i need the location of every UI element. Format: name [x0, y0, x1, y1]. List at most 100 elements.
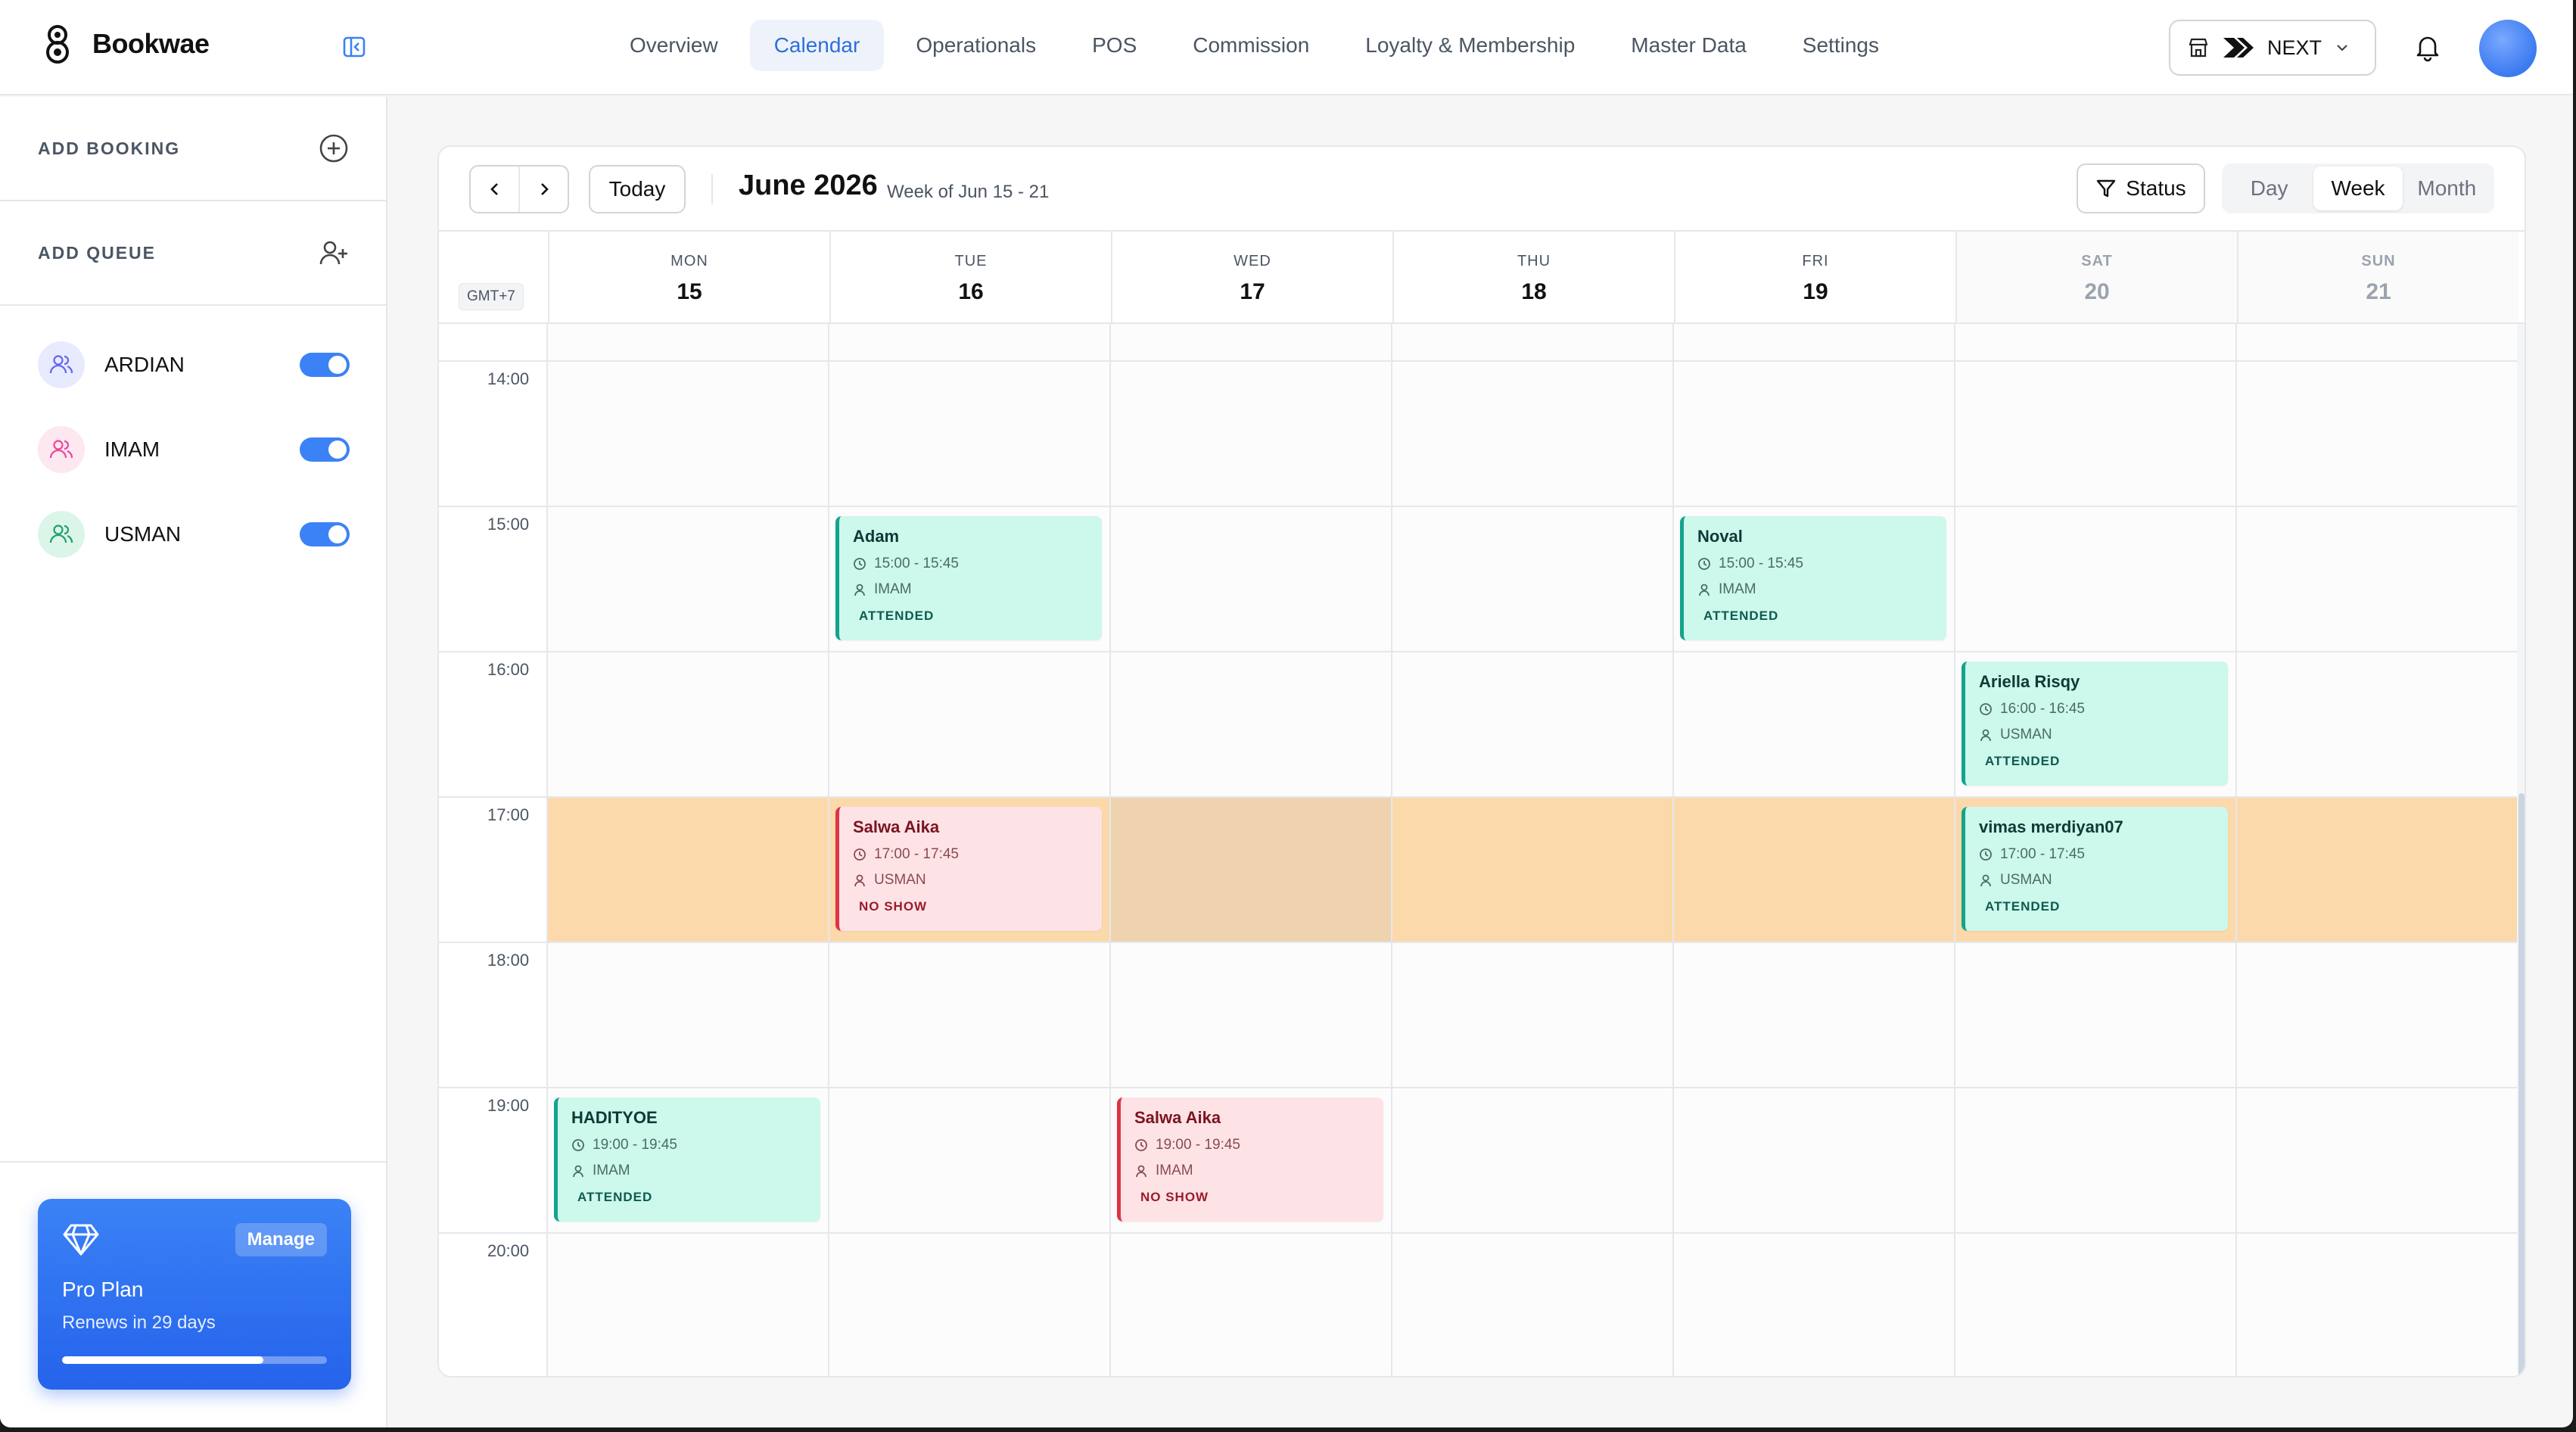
staff-toggle-ardian[interactable] [300, 353, 350, 377]
booking-staff: IMAM [1156, 1163, 1193, 1178]
next-week-button[interactable] [518, 167, 568, 212]
booking-card[interactable]: vimas merdiyan07 17:00 - 17:45 USMAN ATTEND… [1962, 807, 2228, 931]
staff-avatar [38, 426, 85, 473]
staff-avatar [38, 341, 85, 388]
booking-time-row: 17:00 - 17:45 [853, 846, 1102, 863]
booking-status-badge: ATTENDED [577, 1190, 653, 1204]
day-header-thu[interactable]: THU 18 [1392, 232, 1674, 322]
booking-card[interactable]: Adam 15:00 - 15:45 IMAM ATTENDED [835, 516, 1102, 640]
day-column-divider [828, 324, 829, 1376]
day-number: 15 [677, 279, 702, 304]
booking-time-row: 15:00 - 15:45 [853, 556, 1102, 572]
day-header-mon[interactable]: MON 15 [548, 232, 829, 322]
day-column-divider [1954, 324, 1955, 1376]
manage-plan-button[interactable]: Manage [235, 1223, 327, 1256]
calendar-toolbar: Today June 2026 Week of Jun 15 - 21 Stat… [439, 147, 2525, 232]
day-column-divider [2235, 324, 2237, 1376]
booking-staff: USMAN [2000, 872, 2052, 888]
booking-staff-row: USMAN [853, 872, 1102, 889]
status-filter-button[interactable]: Status [2077, 163, 2205, 213]
clock-icon [572, 1139, 584, 1151]
staff-row-usman: USMAN [0, 492, 386, 577]
scrollbar-thumb[interactable] [2518, 793, 2525, 1376]
booking-staff-row: USMAN [1979, 727, 2228, 743]
nav-tab-commission[interactable]: Commission [1168, 20, 1333, 71]
hour-label: 14:00 [487, 369, 530, 388]
nav-tab-master-data[interactable]: Master Data [1607, 20, 1771, 71]
day-header-wed[interactable]: WED 17 [1111, 232, 1392, 322]
today-button[interactable]: Today [589, 165, 686, 213]
add-booking-button[interactable]: ADD BOOKING [0, 97, 386, 201]
brand[interactable]: Bookwae [39, 23, 210, 65]
nav-tab-pos[interactable]: POS [1068, 20, 1161, 71]
collapse-sidebar-button[interactable] [342, 35, 366, 59]
booking-customer-name: Ariella Risqy [1979, 672, 2080, 691]
day-header-fri[interactable]: FRI 19 [1674, 232, 1955, 322]
booking-staff: USMAN [874, 872, 926, 888]
staff-toggle-usman[interactable] [300, 522, 350, 546]
day-header-sat[interactable]: SAT 20 [1955, 232, 2237, 322]
booking-card[interactable]: Salwa Aika 19:00 - 19:45 IMAM NO SHOW [1117, 1097, 1383, 1222]
view-option-week[interactable]: Week [2313, 167, 2403, 210]
nav-tab-operationals[interactable]: Operationals [891, 20, 1060, 71]
workspace-name: NEXT [2267, 36, 2322, 59]
hour-label: 15:00 [487, 515, 530, 534]
staff-toggle-imam[interactable] [300, 437, 350, 462]
booking-time: 16:00 - 16:45 [2000, 701, 2085, 717]
hour-line [439, 506, 2517, 507]
grid-top-line [439, 360, 2517, 362]
booking-card[interactable]: Noval 15:00 - 15:45 IMAM ATTENDED [1680, 516, 1946, 640]
day-column-divider [1109, 324, 1111, 1376]
user-plus-icon [319, 241, 347, 265]
booking-customer-name: Adam [853, 527, 900, 546]
hour-line [439, 1087, 2517, 1088]
add-queue-button[interactable]: ADD QUEUE [0, 201, 386, 306]
booking-status-badge: ATTENDED [1985, 754, 2061, 768]
nav-tab-settings[interactable]: Settings [1778, 20, 1903, 71]
day-name: WED [1234, 253, 1271, 269]
day-header-row: GMT+7 MON 15 TUE 16 WED 17 THU 18 FRI 19 SAT 20 SUN 2… [439, 232, 2525, 324]
booking-card[interactable]: Ariella Risqy 16:00 - 16:45 USMAN ATTENDED [1962, 662, 2228, 786]
booking-card[interactable]: HADITYOE 19:00 - 19:45 IMAM ATTENDED [554, 1097, 820, 1222]
plus-circle-icon [319, 134, 348, 163]
timezone-badge: GMT+7 [459, 283, 524, 310]
previous-week-button[interactable] [471, 167, 518, 212]
nav-tab-overview[interactable]: Overview [605, 20, 742, 71]
hour-line [439, 1232, 2517, 1234]
nav-tab-loyalty-membership[interactable]: Loyalty & Membership [1341, 20, 1599, 71]
user-icon [854, 874, 865, 887]
booking-staff: IMAM [593, 1163, 630, 1178]
staff-name: IMAM [104, 437, 160, 461]
booking-staff: USMAN [2000, 727, 2052, 742]
week-range: Week of Jun 15 - 21 [887, 182, 1050, 202]
booking-customer-name: Salwa Aika [1134, 1108, 1221, 1127]
plan-renewal: Renews in 29 days [62, 1312, 216, 1333]
booking-card[interactable]: Salwa Aika 17:00 - 17:45 USMAN NO SHOW [835, 807, 1102, 931]
users-icon [49, 525, 73, 543]
booking-customer-name: vimas merdiyan07 [1979, 817, 2123, 836]
user-icon [1980, 729, 1991, 742]
booking-time-row: 16:00 - 16:45 [1979, 701, 2228, 718]
notifications-button[interactable] [2411, 30, 2444, 67]
staff-avatar [38, 511, 85, 558]
grid-scrollbar[interactable] [2517, 324, 2525, 1376]
day-header-tue[interactable]: TUE 16 [829, 232, 1111, 322]
day-number: 18 [1521, 279, 1547, 304]
day-header-sun[interactable]: SUN 21 [2237, 232, 2518, 322]
user-icon [1136, 1165, 1146, 1178]
user-avatar[interactable] [2479, 20, 2537, 77]
view-option-day[interactable]: Day [2225, 167, 2313, 210]
day-name: SAT [2081, 253, 2113, 269]
booking-time-row: 19:00 - 19:45 [571, 1137, 820, 1153]
workspace-switcher[interactable]: NEXT [2169, 20, 2376, 76]
user-icon [1980, 874, 1991, 887]
view-option-month[interactable]: Month [2403, 167, 2491, 210]
main-nav: Overview Calendar Operationals POS Commissio… [605, 20, 1903, 71]
nav-tab-calendar[interactable]: Calendar [749, 20, 885, 71]
plan-title: Pro Plan [62, 1278, 144, 1301]
booking-staff: IMAM [874, 581, 912, 597]
sidebar-collapse-icon [343, 36, 366, 58]
diamond-icon [63, 1224, 99, 1256]
users-icon [49, 355, 73, 374]
staff-row-imam: IMAM [0, 407, 386, 492]
